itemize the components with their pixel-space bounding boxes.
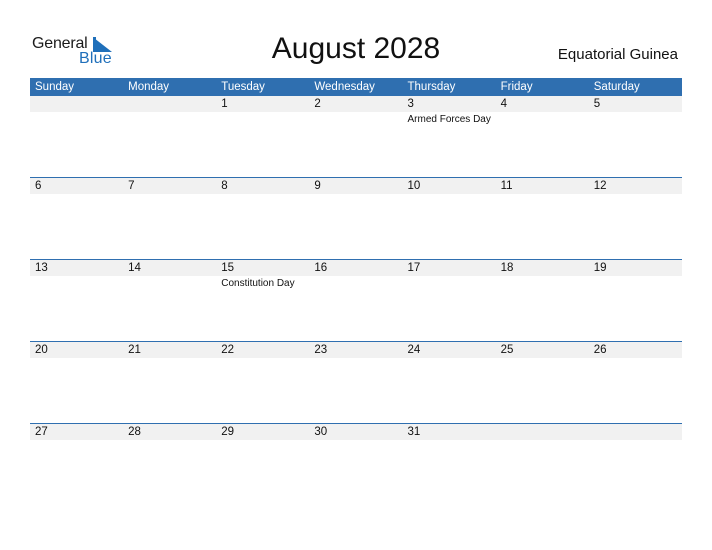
day-number [123, 96, 216, 112]
weekday-header-row: Sunday Monday Tuesday Wednesday Thursday… [30, 78, 682, 96]
day-number: 31 [407, 426, 421, 438]
holiday-label [589, 440, 682, 441]
day-number: 17 [407, 262, 421, 274]
events-row: Armed Forces Day [30, 112, 682, 126]
day-number: 26 [593, 344, 607, 356]
holiday-label [403, 194, 496, 195]
events-row: Constitution Day [30, 276, 682, 290]
day-number: 12 [593, 180, 607, 192]
calendar-grid: Sunday Monday Tuesday Wednesday Thursday… [30, 78, 682, 505]
weekday-header: Sunday [35, 81, 75, 93]
holiday-label [30, 440, 123, 441]
weekday-header: Tuesday [221, 81, 265, 93]
day-number [30, 96, 123, 112]
holiday-label [589, 276, 682, 290]
holiday-label [123, 112, 216, 126]
weekday-header: Saturday [593, 81, 640, 93]
events-row [30, 440, 682, 441]
day-number: 9 [314, 180, 321, 192]
date-strip: 6 7 8 9 10 11 12 [30, 178, 682, 194]
day-number: 19 [593, 262, 607, 274]
week-row: 6 7 8 9 10 11 12 [30, 177, 682, 259]
holiday-label [123, 440, 216, 441]
day-number: 21 [128, 344, 141, 356]
day-number: 28 [128, 426, 141, 438]
day-number: 8 [221, 180, 228, 192]
day-number: 18 [500, 262, 514, 274]
day-number: 30 [314, 426, 328, 438]
holiday-label [309, 440, 402, 441]
holiday-label [496, 112, 589, 126]
day-number: 5 [593, 98, 601, 110]
day-number: 10 [407, 180, 421, 192]
weekday-header: Thursday [407, 81, 456, 93]
day-number: 7 [128, 180, 135, 192]
holiday-label [589, 194, 682, 195]
holiday-label [216, 112, 309, 126]
day-number: 24 [407, 344, 421, 356]
day-number: 2 [314, 98, 321, 110]
holiday-label [309, 358, 402, 359]
holiday-label [30, 194, 123, 195]
week-row: 1 2 3 4 5 Armed Forces Day [30, 96, 682, 177]
day-number: 13 [35, 262, 48, 274]
holiday-label [589, 112, 682, 126]
weekday-header: Wednesday [314, 81, 375, 93]
holiday-label [496, 358, 589, 359]
day-number: 15 [221, 262, 235, 274]
holiday-label [123, 358, 216, 359]
day-number: 4 [500, 98, 508, 110]
holiday-label [403, 358, 496, 359]
events-row [30, 194, 682, 195]
holiday-label [309, 276, 402, 290]
holiday-label [403, 440, 496, 441]
date-strip: 27 28 29 30 31 [30, 424, 682, 440]
weekday-header: Friday [500, 81, 533, 93]
holiday-label: Armed Forces Day [407, 114, 491, 125]
holiday-label [30, 358, 123, 359]
day-number: 3 [407, 98, 414, 110]
holiday-label [309, 194, 402, 195]
day-number: 27 [35, 426, 48, 438]
week-row: 13 14 15 16 17 18 19 Constitution Day [30, 259, 682, 341]
holiday-label [496, 194, 589, 195]
day-number: 22 [221, 344, 235, 356]
week-row: 27 28 29 30 31 [30, 423, 682, 505]
day-number: 23 [314, 344, 328, 356]
holiday-label [496, 440, 589, 441]
holiday-label [30, 276, 123, 290]
holiday-label [123, 276, 216, 290]
day-number: 20 [35, 344, 48, 356]
holiday-label [30, 112, 123, 126]
day-number: 29 [221, 426, 235, 438]
country-label: Equatorial Guinea [557, 46, 678, 63]
day-number: 1 [221, 98, 228, 110]
day-number: 14 [128, 262, 141, 274]
holiday-label [496, 276, 589, 290]
date-strip: 13 14 15 16 17 18 19 [30, 260, 682, 276]
holiday-label [216, 358, 309, 359]
day-number: 11 [500, 180, 513, 192]
date-strip: 1 2 3 4 5 [30, 96, 682, 112]
day-number: 16 [314, 262, 328, 274]
day-number: 25 [500, 344, 514, 356]
holiday-label [309, 112, 402, 126]
events-row [30, 358, 682, 359]
day-number: 6 [35, 180, 42, 192]
day-number [589, 424, 682, 440]
week-row: 20 21 22 23 24 25 26 [30, 341, 682, 423]
holiday-label [216, 440, 309, 441]
holiday-label [403, 276, 496, 290]
date-strip: 20 21 22 23 24 25 26 [30, 342, 682, 358]
holiday-label: Constitution Day [221, 278, 295, 289]
holiday-label [123, 194, 216, 195]
weeks-container: 1 2 3 4 5 Armed Forces Day 6 7 8 9 10 11 12 13 14 15 16 1… [30, 96, 682, 505]
day-number [496, 424, 589, 440]
holiday-label [216, 194, 309, 195]
weekday-header: Monday [128, 81, 170, 93]
holiday-label [589, 358, 682, 359]
